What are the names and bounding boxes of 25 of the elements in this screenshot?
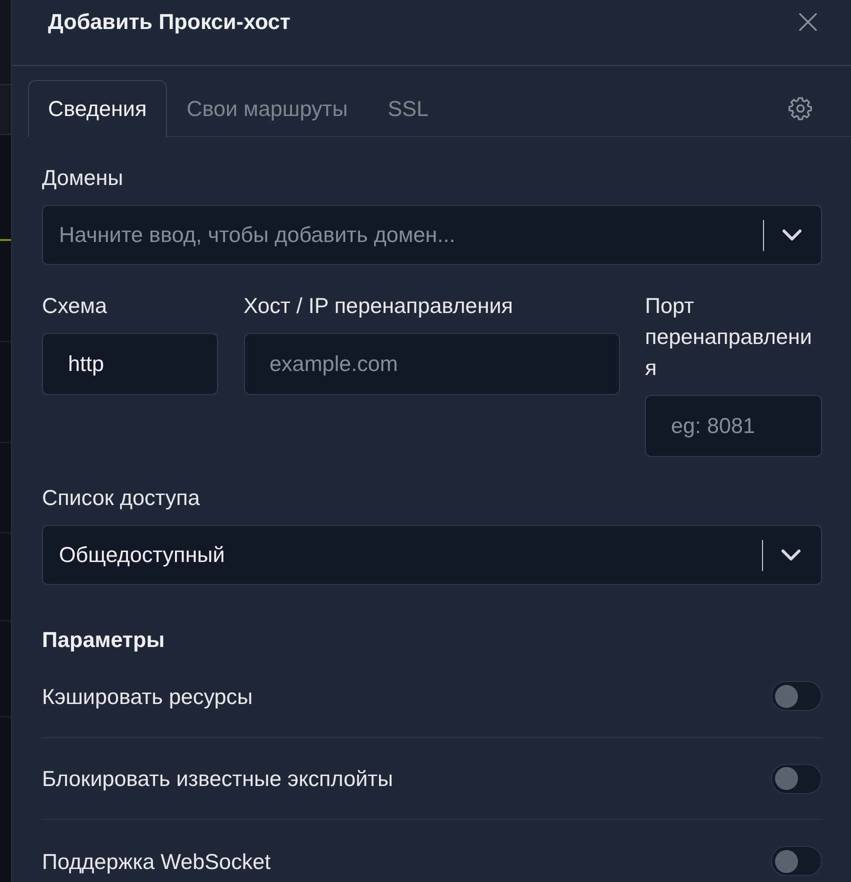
field-label: Список доступа: [42, 484, 200, 512]
field-label: Схема: [42, 292, 108, 320]
section-heading: Параметры: [42, 626, 165, 654]
settings-icon[interactable]: [788, 96, 813, 121]
domains-input[interactable]: Начните ввод, чтобы добавить домен...: [42, 205, 822, 265]
modal-title: Добавить Прокси-хост: [48, 8, 290, 36]
toggle-switch[interactable]: [771, 764, 822, 794]
option-label: Кэшировать ресурсы: [42, 682, 253, 710]
port-field[interactable]: eg: 8081: [645, 395, 822, 457]
host-field[interactable]: example.com: [244, 333, 620, 395]
option-label: Поддержка WebSocket: [42, 848, 271, 876]
access-list-select[interactable]: Общедоступный: [42, 525, 822, 585]
close-icon[interactable]: [799, 13, 817, 31]
field-label: Домены: [42, 164, 124, 192]
tab[interactable]: Свои маршруты: [166, 80, 368, 136]
tab[interactable]: SSL: [368, 80, 449, 136]
tab[interactable]: Сведения: [28, 80, 167, 137]
scheme-field[interactable]: http: [42, 333, 218, 395]
field-label: Хост / IP перенаправления: [244, 292, 513, 320]
toggle-switch[interactable]: [771, 846, 822, 876]
toggle-switch[interactable]: [771, 681, 822, 711]
field-label: Порт перенаправления: [645, 292, 813, 382]
option-label: Блокировать известные эксплойты: [42, 765, 394, 793]
chevron-down-icon[interactable]: [782, 229, 802, 241]
chevron-down-icon[interactable]: [781, 549, 801, 561]
